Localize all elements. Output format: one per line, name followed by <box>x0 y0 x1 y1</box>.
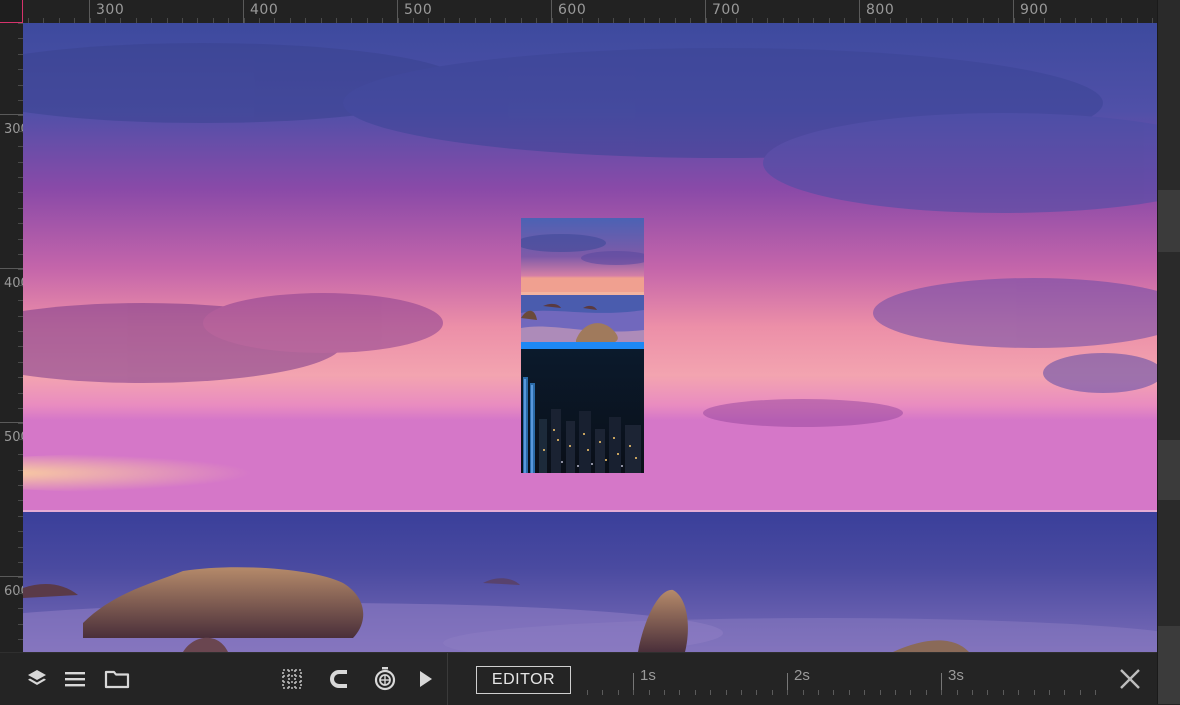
ruler-label: 600 <box>558 2 587 18</box>
ruler-label: 900 <box>1020 2 1049 18</box>
ruler-label: 500 <box>404 2 433 18</box>
menu-button[interactable] <box>61 665 89 693</box>
folder-button[interactable] <box>103 665 131 693</box>
timeline-minor-tick <box>787 690 788 695</box>
panel-block[interactable] <box>1158 440 1180 500</box>
beach-photo <box>521 218 644 342</box>
timeline-minor-tick <box>803 690 804 695</box>
timeline-minor-tick <box>649 690 650 695</box>
timeline-minor-tick <box>664 690 665 695</box>
timeline-minor-tick <box>1003 690 1004 695</box>
editor-button[interactable]: EDITOR <box>476 666 571 694</box>
ruler-label: 500 <box>4 430 23 445</box>
timeline-minor-tick <box>833 690 834 695</box>
ruler-label: 700 <box>712 2 741 18</box>
beach-thumbnail[interactable] <box>521 218 644 342</box>
timeline-minor-tick <box>741 690 742 695</box>
layers-icon <box>28 670 46 685</box>
ruler-label: 600 <box>4 584 23 599</box>
ruler-label: 400 <box>250 2 279 18</box>
timeline-minor-tick <box>633 690 634 695</box>
left-ruler: 300 400 500 600 <box>0 23 24 652</box>
timeline-minor-tick <box>910 690 911 695</box>
panel-block[interactable] <box>1158 626 1180 704</box>
ruler-label: 400 <box>4 276 23 291</box>
timeline-label: 2s <box>794 667 810 684</box>
timeline-minor-tick <box>818 690 819 695</box>
timer-icon <box>374 667 396 691</box>
timeline-minor-tick <box>1064 690 1065 695</box>
timer-button[interactable] <box>371 665 399 693</box>
timeline-minor-tick <box>587 690 588 695</box>
menu-icon <box>65 672 85 687</box>
city-night-thumbnail[interactable] <box>521 342 644 473</box>
right-side-panel <box>1157 0 1180 704</box>
timeline-minor-tick <box>1034 690 1035 695</box>
timeline-minor-tick <box>1018 690 1019 695</box>
toolbar-divider <box>447 653 448 705</box>
timeline-minor-tick <box>849 690 850 695</box>
timeline-ruler[interactable]: 1s 2s 3s <box>584 653 1104 705</box>
bottom-toolbar: EDITOR 1s 2s 3s <box>0 652 1157 705</box>
timeline-minor-tick <box>695 690 696 695</box>
city-night-photo <box>521 349 644 473</box>
timeline-minor-tick <box>941 690 942 695</box>
ruler-label: 300 <box>96 2 125 18</box>
folder-icon <box>104 670 130 689</box>
timeline-minor-tick <box>710 690 711 695</box>
timeline-minor-tick <box>864 690 865 695</box>
grid-icon <box>282 669 302 689</box>
ruler-corner <box>0 0 23 23</box>
grid-button[interactable] <box>278 665 306 693</box>
editor-canvas[interactable] <box>23 23 1157 652</box>
timeline-minor-tick <box>987 690 988 695</box>
timeline-minor-tick <box>895 690 896 695</box>
play-button[interactable] <box>411 665 439 693</box>
magnet-icon <box>330 670 347 688</box>
timeline-minor-tick <box>726 690 727 695</box>
timeline-minor-tick <box>1095 690 1096 695</box>
timeline-minor-tick <box>772 690 773 695</box>
ruler-label: 800 <box>866 2 895 18</box>
layers-button[interactable] <box>23 665 51 693</box>
timeline-minor-tick <box>602 690 603 695</box>
magnet-button[interactable] <box>325 665 353 693</box>
timeline-minor-tick <box>679 690 680 695</box>
play-icon <box>420 671 432 687</box>
timeline-minor-tick <box>880 690 881 695</box>
timeline-minor-tick <box>957 690 958 695</box>
timeline-minor-tick <box>756 690 757 695</box>
top-ruler: 300 400 500 600 700 800 900 <box>0 0 1158 24</box>
timeline-minor-tick <box>618 690 619 695</box>
panel-block[interactable] <box>1158 190 1180 252</box>
timeline-minor-tick <box>926 690 927 695</box>
timeline-label: 1s <box>640 667 656 684</box>
close-button[interactable] <box>1116 665 1144 693</box>
ruler-label: 300 <box>4 122 23 137</box>
timeline-minor-tick <box>972 690 973 695</box>
close-icon <box>1120 669 1140 689</box>
timeline-label: 3s <box>948 667 964 684</box>
timeline-minor-tick <box>1080 690 1081 695</box>
timeline-minor-tick <box>1049 690 1050 695</box>
